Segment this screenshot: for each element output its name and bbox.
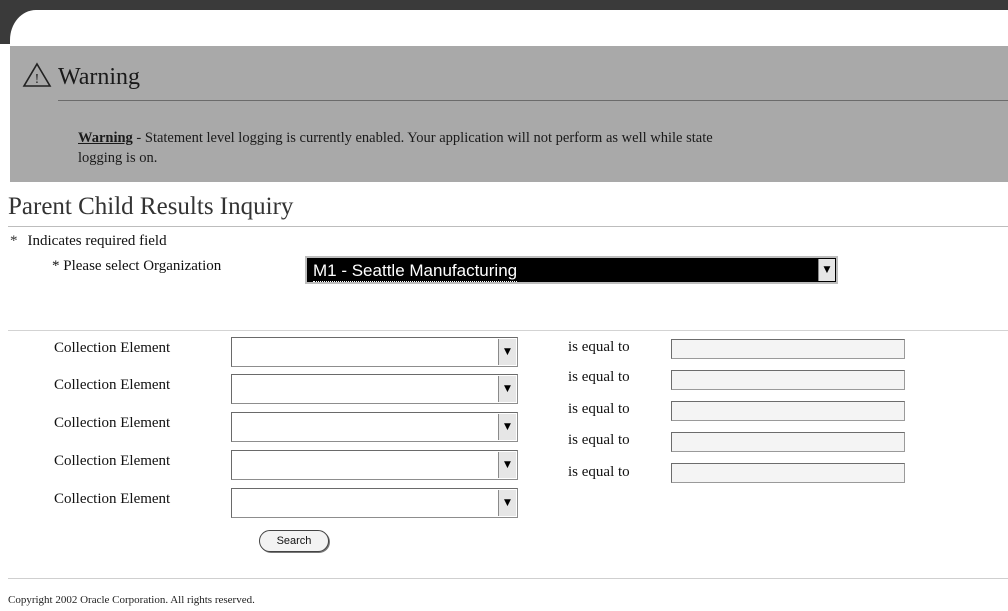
- collection-value-input[interactable]: [671, 401, 905, 421]
- is-equal-to-label: is equal to: [568, 369, 630, 385]
- collection-element-label: Collection Element: [54, 377, 171, 393]
- warning-label: Warning: [78, 130, 133, 146]
- collection-value-input[interactable]: [671, 463, 905, 483]
- chevron-down-icon: ▼: [504, 383, 511, 394]
- is-equal-to-label: is equal to: [568, 432, 630, 448]
- collection-element-select[interactable]: ▼: [231, 412, 518, 442]
- required-legend-text: Indicates required field: [27, 233, 167, 249]
- chevron-down-icon: ▼: [504, 497, 511, 508]
- warning-message-text: - Statement level logging is currently e…: [136, 130, 713, 146]
- collection-element-label: Collection Element: [54, 415, 171, 431]
- warning-message-text-line2: logging is on.: [78, 150, 158, 166]
- chevron-down-icon: ▼: [504, 346, 511, 357]
- is-equal-to-label: is equal to: [568, 464, 630, 480]
- collection-element-dropdown-button[interactable]: ▼: [498, 490, 516, 516]
- organization-label: * Please select Organization: [52, 258, 222, 274]
- organization-selected-value: M1 - Seattle Manufacturing: [313, 261, 518, 282]
- collection-element-select[interactable]: ▼: [231, 488, 518, 518]
- warning-triangle-icon: !: [22, 62, 52, 87]
- page-title: Parent Child Results Inquiry: [8, 193, 294, 220]
- collection-value-input[interactable]: [671, 339, 905, 359]
- organization-dropdown-button[interactable]: ▼: [818, 259, 835, 281]
- organization-select[interactable]: M1 - Seattle Manufacturing ▼: [305, 256, 838, 284]
- collection-element-select[interactable]: ▼: [231, 374, 518, 404]
- title-divider: [8, 226, 1008, 227]
- collection-element-select[interactable]: ▼: [231, 337, 518, 367]
- warning-box: ! Warning Warning - Statement level logg…: [10, 46, 1008, 182]
- is-equal-to-label: is equal to: [568, 339, 630, 355]
- collection-element-label: Collection Element: [54, 491, 171, 507]
- top-banner-curve: [10, 10, 1008, 44]
- svg-text:!: !: [35, 72, 40, 87]
- warning-message: Warning - Statement level logging is cur…: [78, 128, 1008, 168]
- section-divider: [8, 330, 1008, 331]
- required-field-legend: * Indicates required field: [10, 233, 167, 250]
- collection-element-dropdown-button[interactable]: ▼: [498, 339, 516, 365]
- warning-divider: [58, 100, 1008, 101]
- search-button[interactable]: Search: [259, 530, 329, 552]
- required-star: *: [10, 233, 18, 249]
- chevron-down-icon: ▼: [504, 421, 511, 432]
- collection-element-label: Collection Element: [54, 340, 171, 356]
- collection-element-label: Collection Element: [54, 453, 171, 469]
- footer-divider: [8, 578, 1008, 579]
- collection-element-dropdown-button[interactable]: ▼: [498, 376, 516, 402]
- collection-value-input[interactable]: [671, 370, 905, 390]
- chevron-down-icon: ▼: [823, 264, 831, 275]
- copyright-text: Copyright 2002 Oracle Corporation. All r…: [8, 594, 255, 606]
- collection-value-input[interactable]: [671, 432, 905, 452]
- collection-element-select[interactable]: ▼: [231, 450, 518, 480]
- collection-element-dropdown-button[interactable]: ▼: [498, 452, 516, 478]
- chevron-down-icon: ▼: [504, 459, 511, 470]
- warning-title: Warning: [58, 64, 141, 90]
- collection-element-dropdown-button[interactable]: ▼: [498, 414, 516, 440]
- is-equal-to-label: is equal to: [568, 401, 630, 417]
